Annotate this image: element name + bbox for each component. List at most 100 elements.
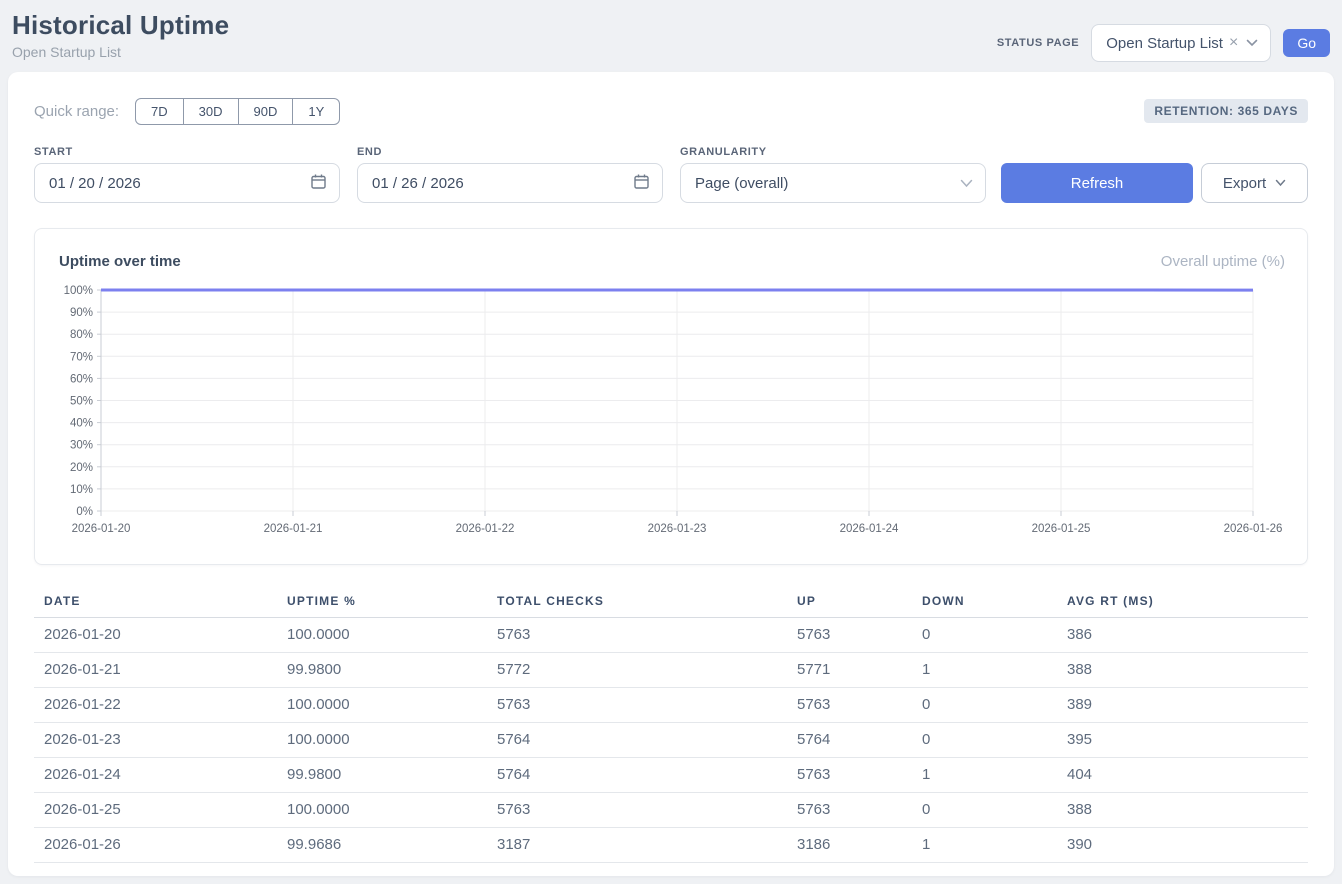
status-page-label: STATUS PAGE xyxy=(997,37,1079,49)
svg-text:20%: 20% xyxy=(70,462,93,474)
svg-text:2026-01-26: 2026-01-26 xyxy=(1224,523,1283,535)
granularity-field: GRANULARITY Page (overall) xyxy=(680,146,986,203)
table-row: 2026-01-20100.0000576357630386 xyxy=(34,618,1308,653)
table-cell: 99.9800 xyxy=(277,653,487,688)
table-cell: 3186 xyxy=(787,828,912,863)
granularity-select[interactable]: Page (overall) xyxy=(680,163,986,203)
chevron-down-icon xyxy=(1275,179,1286,187)
table-cell: 5764 xyxy=(487,723,787,758)
table-cell: 386 xyxy=(1057,618,1308,653)
table-cell: 5763 xyxy=(787,688,912,723)
table-row: 2026-01-22100.0000576357630389 xyxy=(34,688,1308,723)
table-column-header: AVG RT (MS) xyxy=(1057,588,1308,618)
table-cell: 388 xyxy=(1057,793,1308,828)
chevron-down-icon xyxy=(1246,39,1258,47)
clear-icon[interactable]: × xyxy=(1229,35,1238,51)
svg-text:60%: 60% xyxy=(70,373,93,385)
chart-header: Uptime over time Overall uptime (%) xyxy=(35,253,1307,270)
table-cell: 100.0000 xyxy=(277,723,487,758)
svg-text:2026-01-20: 2026-01-20 xyxy=(72,523,131,535)
chart-legend: Overall uptime (%) xyxy=(1161,253,1285,270)
end-date-value: 01 / 26 / 2026 xyxy=(372,175,464,192)
table-cell: 1 xyxy=(912,828,1057,863)
start-date-input[interactable]: 01 / 20 / 2026 xyxy=(34,163,340,203)
page-title: Historical Uptime xyxy=(12,10,229,41)
uptime-table: DATEUPTIME %TOTAL CHECKSUPDOWNAVG RT (MS… xyxy=(34,588,1308,863)
status-page-selected-value: Open Startup List xyxy=(1106,35,1223,52)
refresh-button[interactable]: Refresh xyxy=(1001,163,1193,203)
svg-text:2026-01-22: 2026-01-22 xyxy=(456,523,515,535)
export-button[interactable]: Export xyxy=(1201,163,1308,203)
calendar-icon[interactable] xyxy=(633,173,650,194)
table-cell: 2026-01-24 xyxy=(34,758,277,793)
svg-text:90%: 90% xyxy=(70,307,93,319)
granularity-label: GRANULARITY xyxy=(680,146,986,158)
export-button-label: Export xyxy=(1223,175,1266,192)
table-cell: 99.9686 xyxy=(277,828,487,863)
table-cell: 5763 xyxy=(487,618,787,653)
table-cell: 388 xyxy=(1057,653,1308,688)
quick-range-label: Quick range: xyxy=(34,103,119,120)
go-button[interactable]: Go xyxy=(1283,29,1330,57)
status-page-select[interactable]: Open Startup List × xyxy=(1091,24,1271,62)
table-column-header: TOTAL CHECKS xyxy=(487,588,787,618)
page-subtitle: Open Startup List xyxy=(12,44,229,60)
quick-range-button-1y[interactable]: 1Y xyxy=(293,98,340,125)
table-cell: 2026-01-21 xyxy=(34,653,277,688)
quick-range-button-90d[interactable]: 90D xyxy=(239,98,294,125)
table-cell: 5763 xyxy=(487,688,787,723)
table-cell: 395 xyxy=(1057,723,1308,758)
table-cell: 100.0000 xyxy=(277,618,487,653)
quick-range-button-30d[interactable]: 30D xyxy=(184,98,239,125)
table-cell: 5764 xyxy=(787,723,912,758)
table-cell: 389 xyxy=(1057,688,1308,723)
svg-text:30%: 30% xyxy=(70,440,93,452)
table-cell: 2026-01-23 xyxy=(34,723,277,758)
table-row: 2026-01-23100.0000576457640395 xyxy=(34,723,1308,758)
title-block: Historical Uptime Open Startup List xyxy=(12,10,229,60)
table-cell: 5763 xyxy=(787,618,912,653)
chevron-down-icon xyxy=(960,179,973,188)
svg-text:2026-01-21: 2026-01-21 xyxy=(264,523,323,535)
svg-text:0%: 0% xyxy=(76,506,93,518)
end-field: END 01 / 26 / 2026 xyxy=(357,146,663,203)
main-panel: Quick range: 7D30D90D1Y RETENTION: 365 D… xyxy=(8,72,1334,876)
end-label: END xyxy=(357,146,663,158)
retention-badge: RETENTION: 365 DAYS xyxy=(1144,99,1308,123)
table-cell: 2026-01-20 xyxy=(34,618,277,653)
granularity-selected-value: Page (overall) xyxy=(695,175,788,192)
table-cell: 99.9800 xyxy=(277,758,487,793)
uptime-chart-card: Uptime over time Overall uptime (%) 0% 10… xyxy=(34,228,1308,565)
table-cell: 3187 xyxy=(487,828,787,863)
svg-text:80%: 80% xyxy=(70,329,93,341)
table-column-header: UP xyxy=(787,588,912,618)
table-row: 2026-01-2499.9800576457631404 xyxy=(34,758,1308,793)
table-cell: 2026-01-22 xyxy=(34,688,277,723)
table-column-header: UPTIME % xyxy=(277,588,487,618)
table-cell: 5764 xyxy=(487,758,787,793)
svg-text:10%: 10% xyxy=(70,484,93,496)
start-date-value: 01 / 20 / 2026 xyxy=(49,175,141,192)
table-cell: 404 xyxy=(1057,758,1308,793)
table-cell: 2026-01-26 xyxy=(34,828,277,863)
table-cell: 5763 xyxy=(787,758,912,793)
table-cell: 2026-01-25 xyxy=(34,793,277,828)
quick-range-button-7d[interactable]: 7D xyxy=(135,98,184,125)
quick-range-group: 7D30D90D1Y xyxy=(135,98,340,125)
table-row: 2026-01-25100.0000576357630388 xyxy=(34,793,1308,828)
uptime-chart: 0%10%20%30%40%50%60%70%80%90%100%2026-01… xyxy=(35,278,1307,551)
calendar-icon[interactable] xyxy=(310,173,327,194)
table-header-row: DATEUPTIME %TOTAL CHECKSUPDOWNAVG RT (MS… xyxy=(34,588,1308,618)
quick-range-row: Quick range: 7D30D90D1Y RETENTION: 365 D… xyxy=(34,97,1308,125)
table-cell: 100.0000 xyxy=(277,793,487,828)
table-row: 2026-01-2199.9800577257711388 xyxy=(34,653,1308,688)
end-date-input[interactable]: 01 / 26 / 2026 xyxy=(357,163,663,203)
start-field: START 01 / 20 / 2026 xyxy=(34,146,340,203)
header-controls: STATUS PAGE Open Startup List × Go xyxy=(997,24,1330,62)
table-cell: 0 xyxy=(912,688,1057,723)
chart-title: Uptime over time xyxy=(59,253,181,270)
table-column-header: DOWN xyxy=(912,588,1057,618)
table-cell: 5763 xyxy=(787,793,912,828)
svg-text:50%: 50% xyxy=(70,396,93,408)
top-header: Historical Uptime Open Startup List STAT… xyxy=(0,0,1342,72)
